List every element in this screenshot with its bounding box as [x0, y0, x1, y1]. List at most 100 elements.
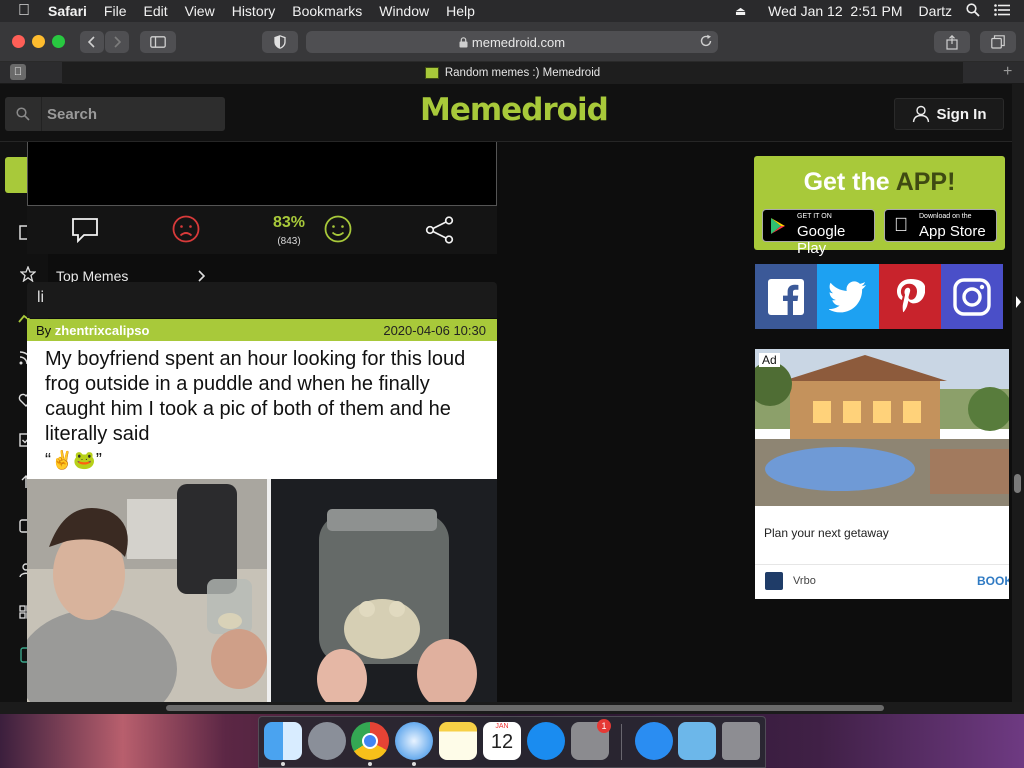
app-store-small-text: Download on the [919, 213, 972, 220]
menu-edit[interactable]: Edit [143, 3, 167, 19]
apple-menu-icon[interactable]:  [18, 2, 30, 20]
hover-tooltip: li [27, 282, 497, 318]
get-app-banner[interactable]: Get the APP! GET IT ON Google Play  Dow… [754, 156, 1005, 257]
facebook-icon [768, 278, 804, 315]
menubar-clock[interactable]: Wed Jan 12 2:51 PM [768, 3, 902, 19]
app-store-download-icon[interactable] [635, 722, 673, 760]
comment-icon[interactable] [71, 217, 99, 243]
meme-photo-illustration [27, 479, 497, 702]
post-date: 2020-04-06 10:30 [383, 322, 486, 338]
running-indicator [412, 762, 416, 766]
eject-icon[interactable]: ⏏ [735, 4, 746, 18]
ad-book-button[interactable]: BOOK [977, 574, 1009, 588]
share-icon[interactable] [425, 216, 455, 244]
minimize-window-button[interactable] [32, 35, 45, 48]
address-bar-url: memedroid.com [471, 34, 566, 50]
menu-bookmarks[interactable]: Bookmarks [292, 3, 362, 19]
ad-advertiser: Vrbo [793, 575, 816, 587]
instagram-button[interactable] [941, 264, 1003, 329]
search-input[interactable] [47, 97, 217, 131]
menu-help[interactable]: Help [446, 3, 475, 19]
app-store-icon[interactable] [527, 722, 565, 760]
search-icon[interactable] [5, 97, 42, 131]
privacy-report-button[interactable] [262, 31, 298, 53]
new-tab-button[interactable]: + [1003, 63, 1012, 81]
horizontal-scroll-thumb[interactable] [166, 705, 884, 711]
menu-file[interactable]: File [104, 3, 127, 19]
trash-icon[interactable] [722, 722, 760, 760]
chrome-icon[interactable] [351, 722, 389, 760]
calendar-icon[interactable]: JAN 12 [483, 722, 521, 760]
calendar-day: 12 [490, 731, 514, 753]
notes-icon[interactable] [439, 722, 477, 760]
previous-post-image[interactable] [27, 142, 497, 206]
lock-icon [459, 36, 468, 47]
post-author-link[interactable]: zhentrixcalipso [55, 323, 150, 338]
running-indicator [368, 762, 372, 766]
downloads-folder-icon[interactable] [678, 722, 716, 760]
menu-view[interactable]: View [185, 3, 215, 19]
sidebar-toggle-button[interactable] [140, 31, 176, 53]
finder-icon[interactable] [264, 722, 302, 760]
get-app-title: Get the APP! [754, 168, 1005, 197]
tabs-icon [991, 35, 1005, 49]
tab-overview-button[interactable] [980, 31, 1016, 53]
google-play-small-text: GET IT ON [797, 213, 832, 220]
reload-icon[interactable] [699, 34, 713, 53]
mouse-cursor-icon [1016, 296, 1021, 308]
dislike-face-icon[interactable] [172, 215, 200, 243]
menu-app-safari[interactable]: Safari [48, 3, 87, 19]
ad-image[interactable] [755, 349, 1009, 506]
address-bar[interactable]: memedroid.com [306, 31, 718, 53]
ad-footer: Vrbo BOOK [755, 564, 1009, 599]
chevron-right-icon [114, 36, 121, 48]
meme-caption[interactable]: My boyfriend spent an hour looking for t… [27, 341, 497, 479]
vote-count: (843) [277, 236, 301, 247]
launchpad-icon[interactable] [308, 722, 346, 760]
sidebar-icon [150, 36, 166, 48]
safari-icon[interactable] [395, 722, 433, 760]
facebook-button[interactable] [755, 264, 817, 329]
pinterest-button[interactable] [879, 264, 941, 329]
menubar-user[interactable]: Dartz [919, 3, 952, 19]
google-play-badge[interactable]: GET IT ON Google Play [762, 209, 875, 257]
menu-history[interactable]: History [232, 3, 276, 19]
notification-center-icon[interactable] [994, 3, 1010, 19]
google-play-icon [771, 218, 785, 234]
post-author-line: By zhentrixcalipso [36, 323, 149, 338]
sign-in-label: Sign In [936, 105, 987, 123]
vrbo-logo-icon [765, 572, 783, 590]
ad-headline[interactable]: Plan your next getaway [764, 526, 889, 540]
active-tab[interactable]: Random memes :) Memedroid [62, 62, 963, 84]
ad-card[interactable]: Ad Plan your next getaway Vrbo BOOK [755, 349, 1009, 599]
meme-caption-quote: “✌️🐸” [45, 450, 102, 470]
share-button[interactable] [934, 31, 970, 53]
menu-window[interactable]: Window [379, 3, 429, 19]
like-face-icon[interactable] [324, 215, 352, 243]
pinned-tab-apple[interactable]:  [10, 64, 26, 80]
search-box[interactable] [5, 97, 225, 131]
get-app-title-suffix: APP! [895, 168, 956, 196]
app-store-big-text: App Store [919, 223, 986, 240]
close-window-button[interactable] [12, 35, 25, 48]
share-icon [946, 34, 958, 50]
app-store-badge[interactable]:  Download on the App Store [884, 209, 997, 242]
twitter-icon [829, 280, 866, 312]
chevron-left-icon [88, 36, 95, 48]
meme-photo[interactable] [27, 479, 497, 702]
running-indicator [281, 762, 285, 766]
user-icon [912, 105, 929, 123]
tab-title: Random memes :) Memedroid [444, 67, 601, 79]
calendar-month: JAN [495, 723, 509, 730]
ad-label: Ad [759, 353, 780, 367]
memedroid-logo[interactable]: Memedroid [420, 92, 609, 128]
twitter-button[interactable] [817, 264, 879, 329]
spotlight-search-icon[interactable] [966, 2, 980, 20]
sign-in-button[interactable]: Sign In [894, 98, 1004, 130]
vertical-scroll-thumb[interactable] [1014, 474, 1021, 493]
back-button[interactable] [80, 31, 104, 53]
forward-button[interactable] [105, 31, 129, 53]
zoom-window-button[interactable] [52, 35, 65, 48]
vertical-scrollbar[interactable] [1012, 84, 1024, 702]
memedroid-favicon [424, 67, 439, 79]
